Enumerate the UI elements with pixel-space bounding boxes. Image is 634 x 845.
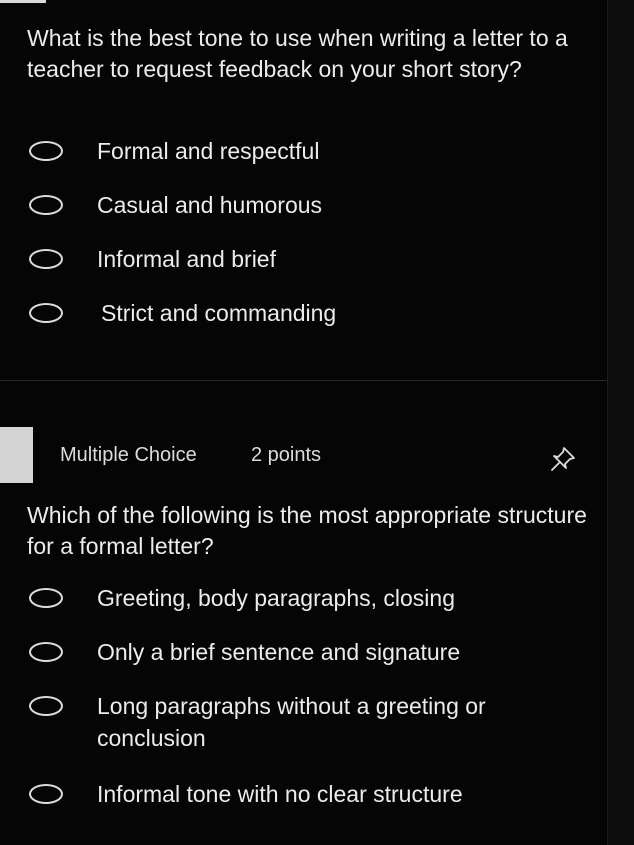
question-marker [0, 427, 33, 483]
q2-option-4[interactable]: Informal tone with no clear structure [0, 781, 600, 824]
option-label: Long paragraphs without a greeting or co… [97, 693, 486, 751]
points-label: 2 points [251, 444, 322, 466]
card-divider [0, 380, 606, 381]
radio-button[interactable] [29, 195, 63, 215]
scrollbar[interactable] [607, 0, 634, 845]
question-2-text: Which of the following is the most appro… [27, 502, 587, 559]
radio-button[interactable] [29, 249, 63, 269]
q1-option-3[interactable]: Informal and brief [0, 246, 600, 289]
radio-button[interactable] [29, 141, 63, 161]
pin-icon[interactable] [549, 445, 577, 473]
q1-option-2[interactable]: Casual and humorous [0, 192, 600, 235]
q2-option-2[interactable]: Only a brief sentence and signature [0, 639, 600, 682]
option-label: Only a brief sentence and signature [97, 639, 461, 665]
option-label: Informal and brief [97, 246, 276, 272]
radio-button[interactable] [29, 784, 63, 804]
question-1-text: What is the best tone to use when writin… [27, 25, 568, 82]
option-label: Strict and commanding [101, 300, 337, 326]
option-label: Greeting, body paragraphs, closing [97, 585, 455, 611]
card-accent [0, 0, 46, 3]
radio-button[interactable] [29, 303, 63, 323]
option-label: Formal and respectful [97, 138, 320, 164]
radio-button[interactable] [29, 696, 63, 716]
q2-option-1[interactable]: Greeting, body paragraphs, closing [0, 585, 600, 628]
option-label: Informal tone with no clear structure [97, 781, 463, 807]
q1-option-4[interactable]: Strict and commanding [0, 300, 600, 343]
radio-button[interactable] [29, 588, 63, 608]
radio-button[interactable] [29, 642, 63, 662]
question-type-label: Multiple Choice [60, 444, 197, 466]
option-label: Casual and humorous [97, 192, 323, 218]
q1-option-1[interactable]: Formal and respectful [0, 138, 600, 181]
q2-option-3[interactable]: Long paragraphs without a greeting or co… [0, 693, 600, 766]
